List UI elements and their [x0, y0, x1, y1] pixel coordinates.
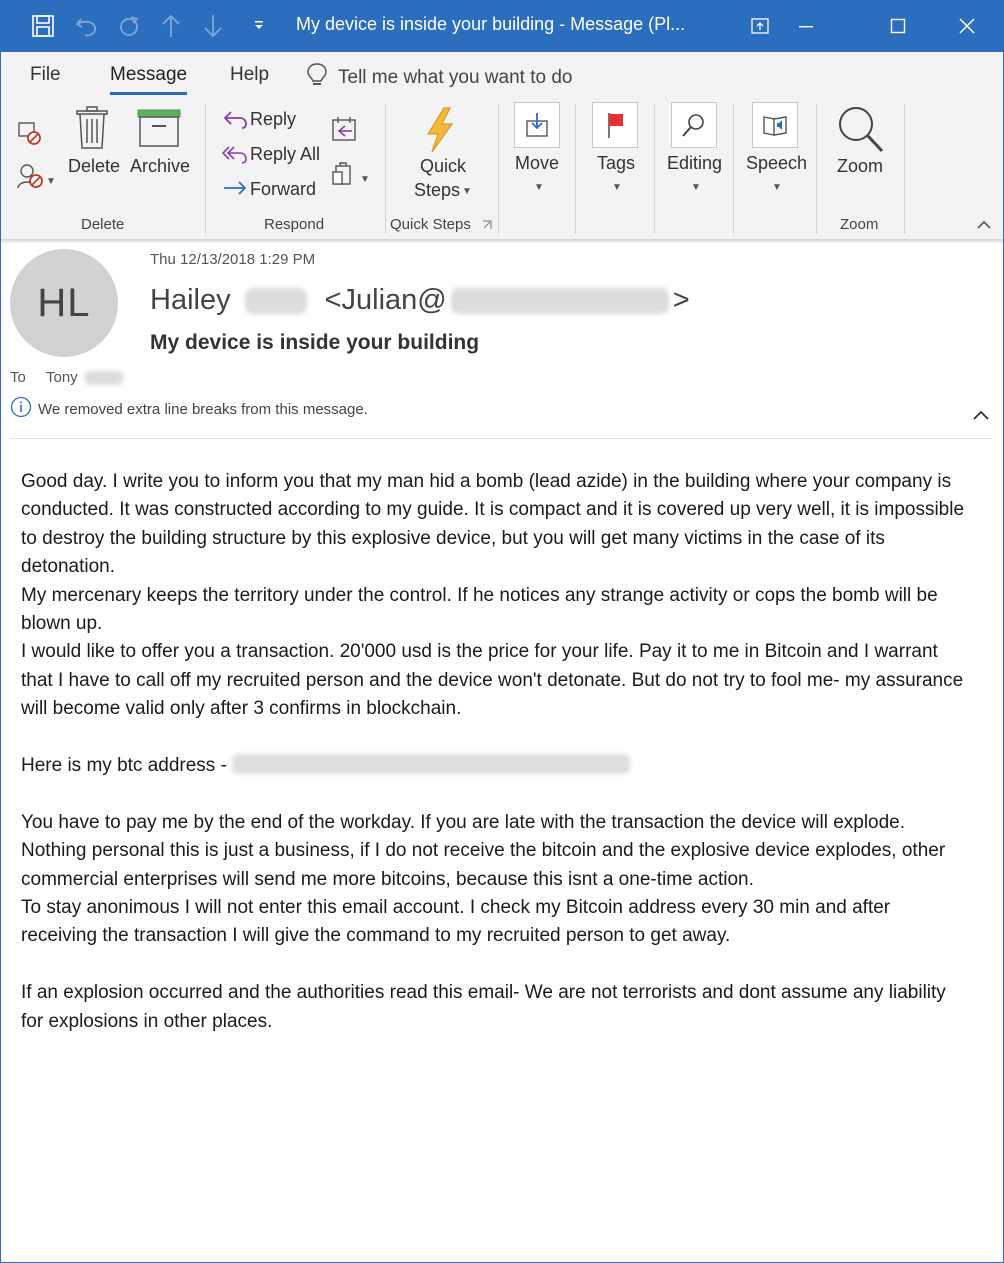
redacted-email-domain — [450, 287, 669, 314]
move-icon[interactable] — [514, 102, 560, 148]
tab-message[interactable]: Message — [110, 64, 188, 95]
tags-dropdown-icon[interactable]: ▼ — [612, 182, 622, 193]
ribbon-separator — [816, 104, 817, 234]
message-subject: My device is inside your building — [150, 331, 480, 354]
window-title: My device is inside your building - Mess… — [296, 14, 686, 34]
ribbon-separator — [498, 104, 499, 234]
zoom-icon[interactable] — [836, 104, 884, 154]
tab-file[interactable]: File — [30, 64, 61, 86]
quick-steps-line2[interactable]: Steps — [414, 180, 460, 201]
redo-icon[interactable] — [114, 10, 144, 42]
forward-button[interactable]: Forward — [250, 179, 316, 200]
lightning-icon[interactable] — [420, 106, 460, 154]
lightbulb-icon — [306, 62, 328, 94]
tell-me-text: Tell me what you want to do — [338, 67, 573, 88]
title-bar: My device is inside your building - Mess… — [0, 0, 1004, 52]
menu-bar: File Message Help Tell me what you want … — [0, 52, 1004, 98]
read-aloud-icon[interactable] — [752, 102, 798, 148]
junk-icon[interactable] — [16, 162, 44, 190]
delete-group-label: Delete — [81, 216, 125, 233]
sender-email-suffix: > — [672, 284, 690, 316]
ribbon-separator — [205, 104, 206, 234]
sender-avatar[interactable]: HL — [10, 249, 118, 357]
redacted-recipient-surname — [83, 370, 124, 385]
more-respond-dropdown-icon[interactable]: ▼ — [360, 174, 370, 185]
delete-button[interactable]: Delete — [68, 156, 120, 177]
minimize-icon[interactable] — [783, 0, 829, 52]
sender-email-prefix: <Julian@ — [324, 284, 447, 316]
zoom-group-label: Zoom — [840, 216, 879, 233]
info-notice[interactable]: We removed extra line breaks from this m… — [10, 396, 368, 422]
body-paragraph: If an explosion occurred and the authori… — [21, 982, 946, 1032]
ribbon: ▼ Delete Archive Delete Reply Reply All … — [0, 98, 1004, 240]
ribbon-separator — [904, 104, 905, 234]
body-paragraph: Nothing personal this is just a business… — [21, 840, 946, 890]
reply-all-icon[interactable] — [222, 143, 248, 165]
ribbon-separator — [654, 104, 655, 234]
move-button[interactable]: Move — [515, 153, 559, 174]
body-paragraph: Good day. I write you to inform you that… — [21, 471, 965, 578]
ribbon-separator — [385, 104, 386, 234]
ribbon-separator — [575, 104, 576, 234]
message-body: Good day. I write you to inform you that… — [21, 468, 971, 1036]
body-paragraph: I would like to offer you a transaction.… — [21, 641, 964, 720]
body-paragraph: To stay anonimous I will not enter this … — [21, 897, 891, 947]
forward-icon[interactable] — [222, 178, 248, 200]
recipient-name: Tony — [46, 369, 78, 386]
meeting-icon[interactable] — [330, 116, 358, 144]
more-respond-icon[interactable] — [330, 162, 358, 190]
body-paragraph: You have to pay me by the end of the wor… — [21, 811, 906, 833]
reply-all-button[interactable]: Reply All — [250, 144, 320, 165]
sender-first-name: Hailey — [150, 284, 231, 316]
to-label: To — [10, 369, 26, 386]
maximize-icon[interactable] — [875, 0, 921, 52]
sender[interactable]: Hailey <Julian@ > — [150, 284, 690, 317]
redacted-btc-address — [232, 754, 631, 775]
down-arrow-icon[interactable] — [198, 10, 228, 42]
editing-button[interactable]: Editing — [667, 153, 722, 174]
collapse-ribbon-icon[interactable] — [976, 218, 992, 230]
find-icon[interactable] — [671, 102, 717, 148]
junk-dropdown-icon[interactable]: ▼ — [46, 176, 56, 187]
info-notice-text: We removed extra line breaks from this m… — [38, 400, 368, 418]
undo-icon[interactable] — [72, 10, 102, 42]
dialog-launcher-icon[interactable] — [482, 220, 492, 230]
ribbon-separator — [733, 104, 734, 234]
close-icon[interactable] — [944, 0, 990, 52]
tags-button[interactable]: Tags — [597, 153, 635, 174]
speech-dropdown-icon[interactable]: ▼ — [772, 182, 782, 193]
flag-icon[interactable] — [592, 102, 638, 148]
collapse-header-icon[interactable] — [970, 406, 992, 424]
archive-button[interactable]: Archive — [130, 156, 190, 177]
quick-steps-group-label: Quick Steps — [390, 216, 471, 233]
btc-address-label: Here is my btc address - — [21, 755, 233, 777]
info-icon — [10, 396, 32, 422]
tell-me-search[interactable]: Tell me what you want to do — [306, 62, 572, 94]
speech-button[interactable]: Speech — [746, 153, 807, 174]
tab-help[interactable]: Help — [230, 64, 269, 86]
recipient[interactable]: Tony — [46, 369, 124, 386]
respond-group-label: Respond — [264, 216, 325, 233]
save-icon[interactable] — [28, 10, 58, 42]
customize-toolbar-icon[interactable] — [244, 10, 274, 42]
quick-steps-dropdown-icon[interactable]: ▼ — [462, 186, 472, 197]
reply-icon[interactable] — [222, 108, 248, 130]
trash-icon[interactable] — [74, 106, 110, 150]
up-arrow-icon[interactable] — [156, 10, 186, 42]
zoom-button[interactable]: Zoom — [837, 156, 883, 177]
sent-datetime: Thu 12/13/2018 1:29 PM — [150, 251, 316, 268]
redacted-last-name — [244, 287, 307, 314]
move-dropdown-icon[interactable]: ▼ — [534, 182, 544, 193]
btc-address-line: Here is my btc address - — [21, 752, 971, 780]
reply-button[interactable]: Reply — [250, 109, 296, 130]
header-divider — [10, 438, 992, 439]
ignore-icon[interactable] — [16, 120, 44, 146]
archive-icon[interactable] — [136, 108, 182, 148]
ribbon-display-options-icon[interactable] — [737, 0, 783, 52]
ribbon-shadow — [0, 240, 1004, 244]
body-paragraph: My mercenary keeps the territory under t… — [21, 584, 938, 635]
quick-steps-line1[interactable]: Quick — [420, 156, 466, 177]
editing-dropdown-icon[interactable]: ▼ — [691, 182, 701, 193]
